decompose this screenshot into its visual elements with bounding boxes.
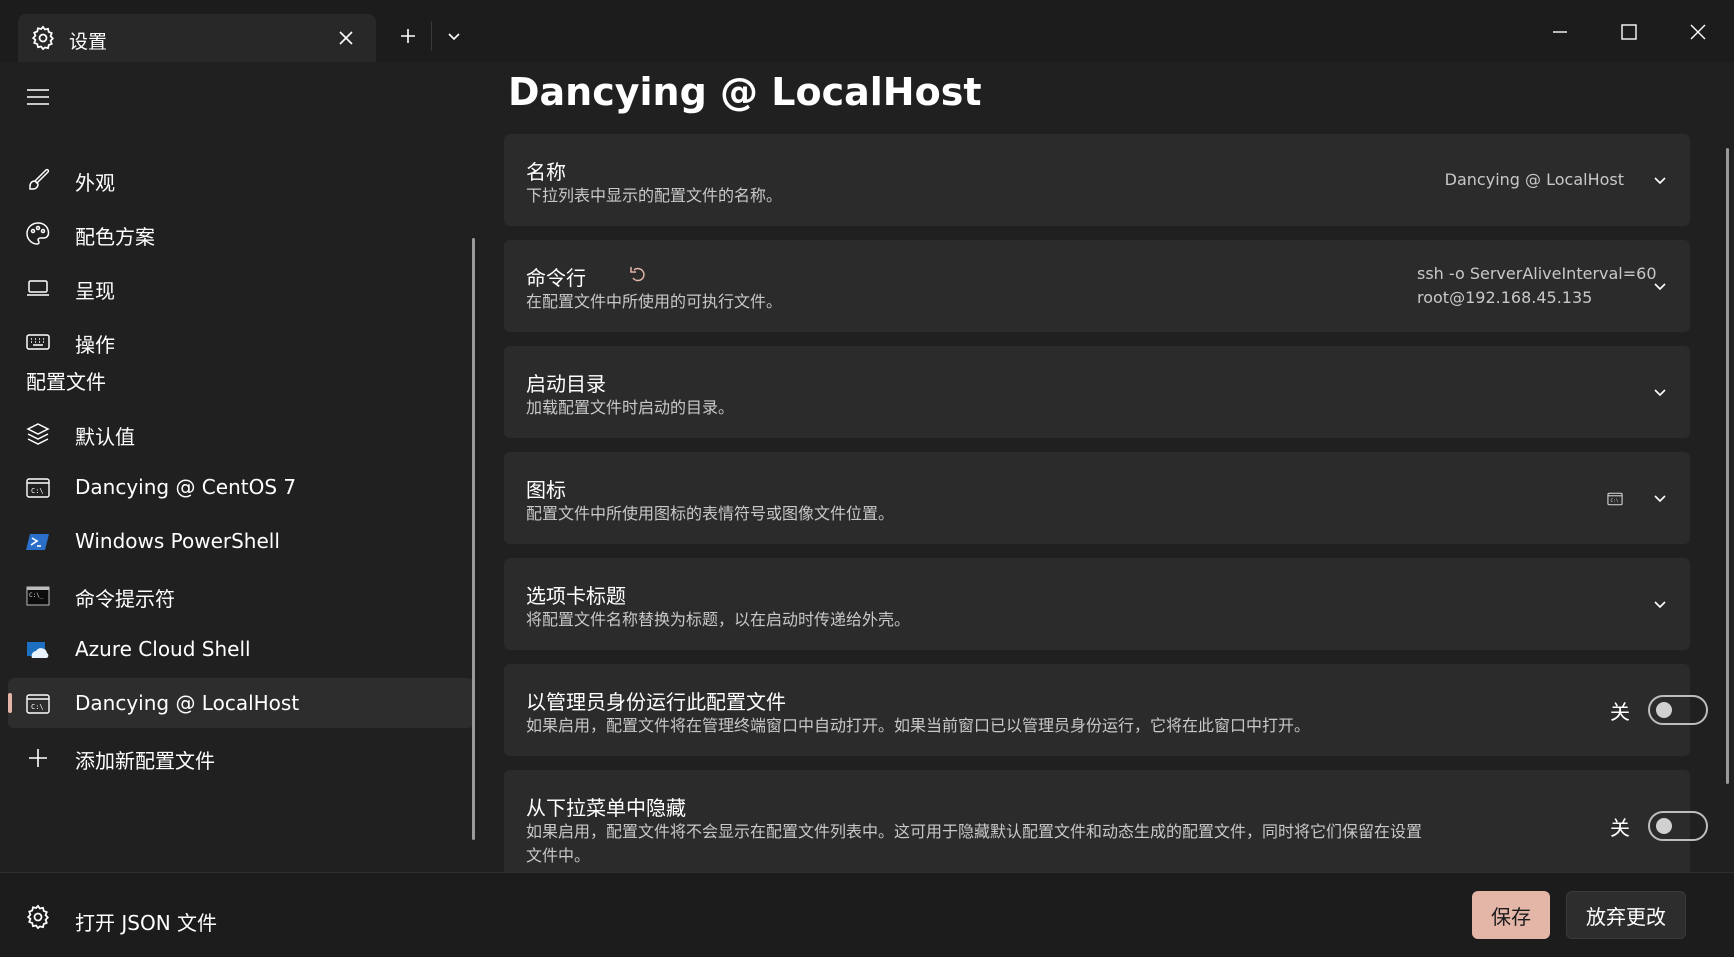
main-scrollbar[interactable]: [1726, 148, 1729, 784]
sidebar-item-profile-cmd[interactable]: C:\_ 命令提示符: [8, 570, 474, 620]
terminal-icon: C:\: [1607, 492, 1623, 506]
sidebar-item-defaults[interactable]: 默认值: [8, 408, 474, 458]
setting-description: 如果启用，配置文件将在管理终端窗口中自动打开。如果当前窗口已以管理员身份运行，它…: [526, 716, 1311, 735]
gear-icon: [26, 904, 50, 930]
sidebar-item-label: Windows PowerShell: [75, 529, 280, 553]
setting-description: 下拉列表中显示的配置文件的名称。: [526, 186, 783, 205]
setting-description: 在配置文件中所使用的可执行文件。: [526, 292, 783, 311]
sidebar-item-label: 添加新配置文件: [75, 749, 215, 773]
terminal-icon: C:\: [26, 478, 50, 498]
sidebar-item-profile-powershell[interactable]: Windows PowerShell: [8, 516, 474, 566]
run-as-admin-toggle[interactable]: [1648, 695, 1708, 725]
layers-icon: [26, 423, 50, 445]
sidebar-item-label: Dancying @ CentOS 7: [75, 475, 297, 499]
sidebar-item-actions[interactable]: 操作: [8, 316, 474, 366]
setting-description-line1: 如果启用，配置文件将不会显示在配置文件列表中。这可用于隐藏默认配置文件和动态生成…: [526, 822, 1423, 841]
setting-name[interactable]: 名称 下拉列表中显示的配置文件的名称。 Dancying @ LocalHost: [504, 134, 1690, 226]
setting-starting-directory[interactable]: 启动目录 加载配置文件时启动的目录。: [504, 346, 1690, 438]
hide-from-dropdown-toggle[interactable]: [1648, 811, 1708, 841]
sidebar-item-label: 外观: [75, 171, 115, 195]
page-title: Dancying @ LocalHost: [508, 70, 982, 114]
setting-title: 以管理员身份运行此配置文件: [526, 690, 786, 714]
tab-title: 设置: [69, 31, 108, 53]
cmd-icon: C:\_: [26, 586, 50, 606]
svg-text:C:\: C:\: [31, 487, 44, 495]
sidebar-item-label: 呈现: [75, 279, 115, 303]
chevron-down-icon[interactable]: [1650, 594, 1670, 614]
setting-title: 图标: [526, 478, 566, 502]
open-json-file-link[interactable]: 打开 JSON 文件: [75, 907, 217, 936]
setting-tab-title[interactable]: 选项卡标题 将配置文件名称替换为标题，以在启动时传递给外壳。: [504, 558, 1690, 650]
sidebar-item-profile-azure[interactable]: Azure Cloud Shell: [8, 624, 474, 674]
chevron-down-icon[interactable]: [1650, 276, 1670, 296]
sidebar: 外观 配色方案 呈现 操作 配置文件 默认值 C:\ Dancying @ Ce…: [0, 62, 480, 872]
laptop-icon: [27, 280, 49, 296]
setting-value-line2: root@192.168.45.135: [1417, 288, 1593, 307]
paintbrush-icon: [29, 168, 50, 190]
terminal-icon: C:\: [26, 694, 50, 714]
sidebar-item-label: 操作: [75, 333, 115, 357]
palette-icon: [26, 222, 50, 245]
sidebar-item-label: 命令提示符: [75, 587, 175, 611]
setting-command-line[interactable]: 命令行 在配置文件中所使用的可执行文件。 ssh -o ServerAliveI…: [504, 240, 1690, 332]
sidebar-item-rendering[interactable]: 呈现: [8, 262, 474, 312]
minimize-icon[interactable]: [1542, 14, 1578, 50]
powershell-icon: [26, 534, 49, 550]
chevron-down-icon[interactable]: [1650, 170, 1670, 190]
new-tab-plus-icon[interactable]: [392, 20, 424, 52]
sidebar-item-label: 默认值: [75, 425, 135, 449]
azure-icon: [27, 642, 49, 658]
hamburger-menu-icon[interactable]: [20, 82, 56, 112]
keyboard-icon: [26, 334, 50, 350]
setting-value: Dancying @ LocalHost: [1444, 170, 1624, 189]
profiles-section-header: 配置文件: [26, 370, 106, 394]
setting-hide-from-dropdown: 从下拉菜单中隐藏 如果启用，配置文件将不会显示在配置文件列表中。这可用于隐藏默认…: [504, 770, 1708, 880]
close-icon[interactable]: [334, 26, 358, 50]
svg-text:C:\: C:\: [31, 703, 44, 711]
reset-icon[interactable]: [628, 264, 650, 286]
setting-icon[interactable]: 图标 配置文件中所使用图标的表情符号或图像文件位置。 C:\: [504, 452, 1690, 544]
toggle-knob: [1656, 818, 1672, 834]
save-button[interactable]: 保存: [1472, 891, 1550, 939]
setting-title: 启动目录: [526, 372, 606, 396]
chevron-down-icon[interactable]: [438, 20, 470, 52]
window-close-icon[interactable]: [1680, 14, 1716, 50]
tab-settings[interactable]: 设置: [18, 14, 376, 62]
setting-run-as-admin: 以管理员身份运行此配置文件 如果启用，配置文件将在管理终端窗口中自动打开。如果当…: [504, 664, 1708, 756]
sidebar-item-appearance[interactable]: 外观: [8, 154, 474, 204]
footer-bar: 打开 JSON 文件 保存 放弃更改: [0, 872, 1734, 957]
sidebar-item-profile-localhost[interactable]: C:\ Dancying @ LocalHost: [8, 678, 474, 728]
plus-icon: [29, 749, 47, 767]
setting-title: 选项卡标题: [526, 584, 626, 608]
setting-title: 名称: [526, 160, 566, 184]
svg-text:C:\: C:\: [1611, 498, 1619, 504]
svg-text:C:\_: C:\_: [29, 592, 44, 599]
chevron-down-icon[interactable]: [1650, 382, 1670, 402]
title-bar: 设置: [0, 0, 1734, 62]
toggle-state-label: 关: [1610, 700, 1630, 724]
setting-description: 配置文件中所使用图标的表情符号或图像文件位置。: [526, 504, 895, 523]
setting-title: 从下拉菜单中隐藏: [526, 796, 686, 820]
divider: [431, 21, 432, 51]
sidebar-item-color-schemes[interactable]: 配色方案: [8, 208, 474, 258]
chevron-down-icon[interactable]: [1650, 488, 1670, 508]
sidebar-scrollbar[interactable]: [472, 238, 475, 840]
sidebar-item-label: Azure Cloud Shell: [75, 637, 251, 661]
sidebar-item-label: 配色方案: [75, 225, 155, 249]
sidebar-item-add-profile[interactable]: 添加新配置文件: [8, 732, 474, 782]
main-content: Dancying @ LocalHost 名称 下拉列表中显示的配置文件的名称。…: [480, 62, 1734, 880]
sidebar-item-profile-centos[interactable]: C:\ Dancying @ CentOS 7: [8, 462, 474, 512]
discard-changes-button[interactable]: 放弃更改: [1566, 891, 1686, 939]
toggle-state-label: 关: [1610, 816, 1630, 840]
sidebar-item-label: Dancying @ LocalHost: [75, 691, 300, 715]
setting-description: 将配置文件名称替换为标题，以在启动时传递给外壳。: [526, 610, 911, 629]
setting-description-line2: 文件中。: [526, 846, 591, 865]
setting-description: 加载配置文件时启动的目录。: [526, 398, 735, 417]
gear-icon: [31, 25, 55, 51]
setting-title: 命令行: [526, 266, 586, 290]
setting-value-line1: ssh -o ServerAliveInterval=60: [1417, 264, 1657, 283]
toggle-knob: [1656, 702, 1672, 718]
maximize-icon[interactable]: [1611, 14, 1647, 50]
